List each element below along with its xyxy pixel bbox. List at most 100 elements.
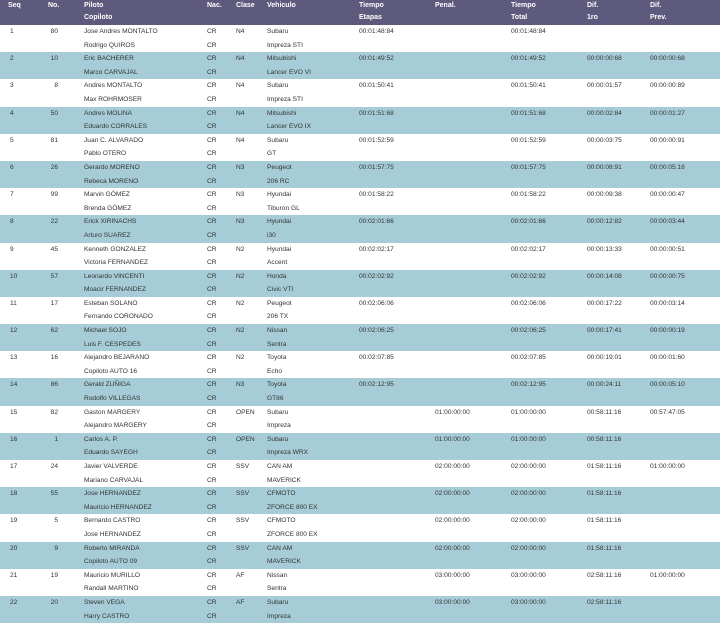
cell-tiempo-total: 00:02:02:92	[511, 270, 587, 297]
cell-seq: 5	[10, 136, 14, 144]
cell-dif1: 00:00:19:01	[587, 354, 622, 362]
table-row[interactable]: 10 57 Leonardo VINCENTI Moacir FERNANDEZ CR C…	[0, 269, 720, 297]
cell-modelo: 206 TX	[267, 313, 289, 321]
cell-dif1: 01:58:11:16	[587, 544, 622, 552]
cell-dif2: 00:00:00:91	[650, 136, 685, 144]
cell-nac1: CR	[207, 55, 217, 63]
cell-nac2: CR	[207, 395, 217, 403]
table-row[interactable]: 8 22 Erick XIRINACHS Arturo SUAREZ CR CR N3 Hyu…	[0, 215, 720, 243]
cell-copiloto: Max ROHRMOSER	[84, 95, 142, 103]
cell-penal	[435, 188, 511, 215]
cell-nac2: CR	[207, 612, 217, 620]
cell-no: 57	[50, 272, 58, 280]
table-row[interactable]: 17 24 Javier VALVERDE Mariano CARVAJAL CR CR S…	[0, 460, 720, 488]
cell-modelo: Tiburon GL	[267, 204, 300, 212]
cell-nac2: CR	[207, 313, 217, 321]
cell-seq: 16	[0, 433, 48, 460]
cell-seq: 4	[0, 107, 48, 134]
cell-crew: Eric BACHERER Marco CARVAJAL	[84, 52, 207, 79]
header-penal[interactable]: Penal.	[435, 0, 511, 25]
cell-dif1: 00:00:02:84	[587, 109, 622, 117]
cell-crew: Andres MONTALTO Max ROHRMOSER	[84, 79, 207, 106]
cell-penal: 01:00:00:00	[435, 408, 470, 416]
cell-vehiculo: Subaru Impreza	[267, 596, 359, 623]
cell-marca: Peugeot	[267, 299, 292, 307]
cell-piloto: Jose HERNANDEZ	[84, 490, 141, 498]
cell-nac1: CR	[207, 218, 217, 226]
cell-crew: Michael SOJO Luis F. CESPEDES	[84, 324, 207, 351]
cell-nac: CR CR	[207, 107, 236, 134]
cell-copiloto: Eduardo CORRALES	[84, 123, 148, 131]
table-row[interactable]: 21 19 Mauricio MURILLO Randall MARTINO CR CR A…	[0, 568, 720, 596]
cell-no: 5	[48, 514, 84, 541]
cell-nac2: CR	[207, 422, 217, 430]
table-row[interactable]: 2 10 Eric BACHERER Marco CARVAJAL CR CR N4 Mits…	[0, 52, 720, 80]
cell-no: 50	[50, 109, 58, 117]
cell-dif1: 01:58:11:16	[587, 490, 622, 498]
cell-nac: CR CR	[207, 52, 236, 79]
header-clase[interactable]: Clase	[236, 0, 267, 25]
table-row[interactable]: 22 20 Steven VEGA Harry CASTRO CR CR AF Subaru I…	[0, 595, 720, 624]
table-row[interactable]: 7 99 Marvin GÓMEZ Brenda GÓMEZ CR CR N3 Hyundai…	[0, 188, 720, 216]
header-dif-prev[interactable]: Dif. Prev.	[650, 0, 720, 25]
cell-marca: Nissan	[267, 571, 288, 579]
header-piloto[interactable]: Piloto Copiloto	[84, 0, 207, 25]
table-row[interactable]: 3 8 Andres MONTALTO Max ROHRMOSER CR CR N4 Suba…	[0, 79, 720, 107]
cell-nac2: CR	[207, 231, 217, 239]
cell-seq: 21	[10, 571, 18, 579]
header-seq[interactable]: Seq	[0, 0, 48, 25]
table-row[interactable]: 15 82 Gaston MARGERY Alejandro MARGERY CR CR O…	[0, 405, 720, 433]
table-row[interactable]: 12 62 Michael SOJO Luis F. CESPEDES CR CR N2 Ni…	[0, 324, 720, 352]
table-row[interactable]: 20 9 Roberto MIRANDA Copiloto AUTO 09 CR CR SS…	[0, 541, 720, 569]
table-row[interactable]: 1 80 Jose Andres MONTALTO Rodrigo QUIROS CR C…	[0, 25, 720, 53]
cell-dif-prev: 00:00:00:75	[650, 270, 720, 297]
cell-penal: 03:00:00:00	[435, 596, 511, 623]
cell-penal	[435, 297, 511, 324]
table-row[interactable]: 18 55 Jose HERNANDEZ Mauricio HERNANDEZ CR CR…	[0, 487, 720, 515]
cell-marca: Honda	[267, 272, 287, 280]
cell-nac1: CR	[207, 408, 217, 416]
table-row[interactable]: 16 1 Carlos A. P. Eduardo SAYEGH CR CR OPEN Sub…	[0, 432, 720, 460]
cell-dif2: 00:00:00:75	[650, 272, 685, 280]
cell-no: 80	[48, 25, 84, 52]
cell-dif-prev	[650, 433, 720, 460]
cell-marca: Subaru	[267, 408, 289, 416]
table-row[interactable]: 13 16 Alejandro BEJARANO Copiloto AUTO 16 CR…	[0, 351, 720, 379]
table-row[interactable]: 4 50 Andres MOLINA Eduardo CORRALES CR CR N4 Mi…	[0, 106, 720, 134]
cell-clase: N4	[236, 82, 245, 90]
cell-dif-1ro: 02:58:11:16	[587, 596, 650, 623]
cell-vehiculo: Hyundai i30	[267, 215, 359, 242]
table-row[interactable]: 14 86 Gerald ZUÑIGA Rodolfo VILLEGAS CR CR N3 T…	[0, 378, 720, 406]
cell-marca: CFMOTO	[267, 517, 296, 525]
cell-seq: 18	[10, 490, 18, 498]
cell-penal	[435, 378, 511, 405]
cell-nac: CR CR	[207, 270, 236, 297]
header-no[interactable]: No.	[48, 0, 84, 25]
cell-tiempo-total: 00:01:51:68	[511, 107, 587, 134]
table-row[interactable]: 9 45 Kenneth GONZALEZ Victoria FERNANDEZ CR C…	[0, 242, 720, 270]
header-tiempo-total-line1: Tiempo	[511, 2, 536, 9]
cell-dif-1ro: 01:58:11:16	[587, 460, 650, 487]
header-tiempo-etapas[interactable]: Tiempo Etapas	[359, 0, 435, 25]
table-row[interactable]: 11 17 Esteban SOLANO Fernando CORONADO CR CR N…	[0, 296, 720, 325]
cell-total: 00:01:49:52	[511, 55, 546, 63]
cell-nac: CR CR	[207, 161, 236, 188]
header-dif-1ro[interactable]: Dif. 1ro	[587, 0, 650, 25]
header-vehiculo[interactable]: Vehiculo	[267, 0, 359, 25]
table-row[interactable]: 6 26 Gerardo MORENO Rebeca MORENO CR CR N3 Peug…	[0, 160, 720, 189]
cell-dif-1ro: 00:00:17:41	[587, 324, 650, 351]
cell-crew: Esteban SOLANO Fernando CORONADO	[84, 297, 207, 324]
cell-piloto: Kenneth GONZALEZ	[84, 245, 146, 253]
table-row[interactable]: 19 5 Bernardo CASTRO Jose HERNANDEZ CR CR SSV C…	[0, 514, 720, 542]
table-row[interactable]: 5 81 Juan C. ALVARADO Pablo OTERO CR CR N4 Suba…	[0, 133, 720, 161]
cell-dif2: 00:00:01:27	[650, 109, 685, 117]
cell-total: 01:00:00:00	[511, 408, 546, 416]
cell-modelo: 206 RC	[267, 177, 290, 185]
header-nac[interactable]: Nac.	[207, 0, 236, 25]
table-header: Seq No. Piloto Copiloto Nac. Clase Vehicu…	[0, 0, 720, 25]
cell-dif-1ro: 00:00:02:84	[587, 107, 650, 134]
cell-dif1: 00:58:11:16	[587, 408, 622, 416]
cell-piloto: Javier VALVERDE	[84, 463, 138, 470]
cell-seq: 2	[0, 52, 48, 79]
header-tiempo-total[interactable]: Tiempo Total	[511, 0, 587, 25]
